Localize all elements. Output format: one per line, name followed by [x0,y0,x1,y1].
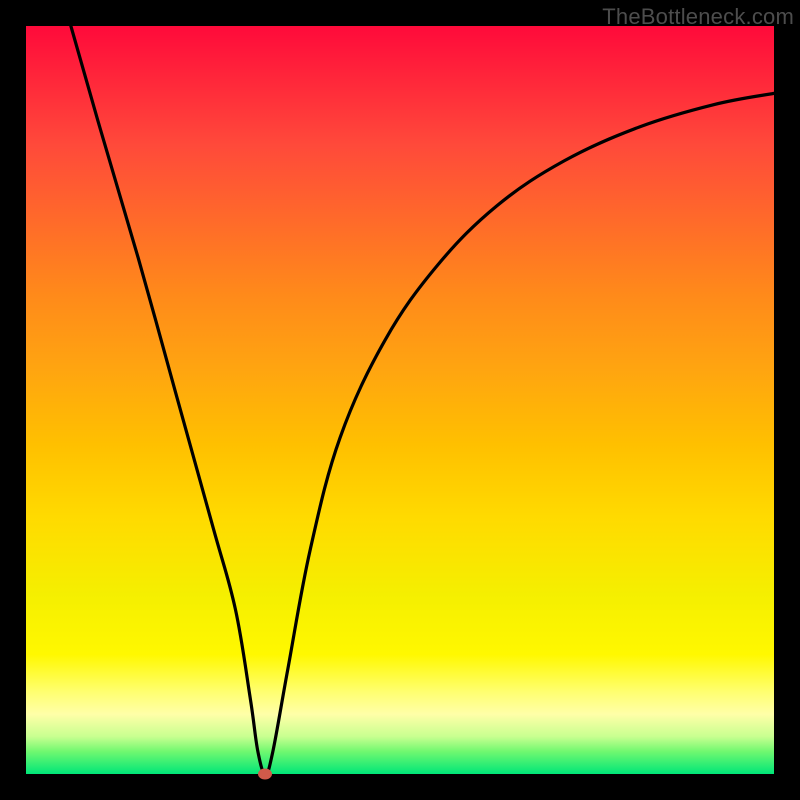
minimum-marker-dot [258,769,272,780]
chart-container: TheBottleneck.com [0,0,800,800]
watermark-text: TheBottleneck.com [602,4,794,30]
bottleneck-curve [26,26,774,774]
plot-area [26,26,774,774]
